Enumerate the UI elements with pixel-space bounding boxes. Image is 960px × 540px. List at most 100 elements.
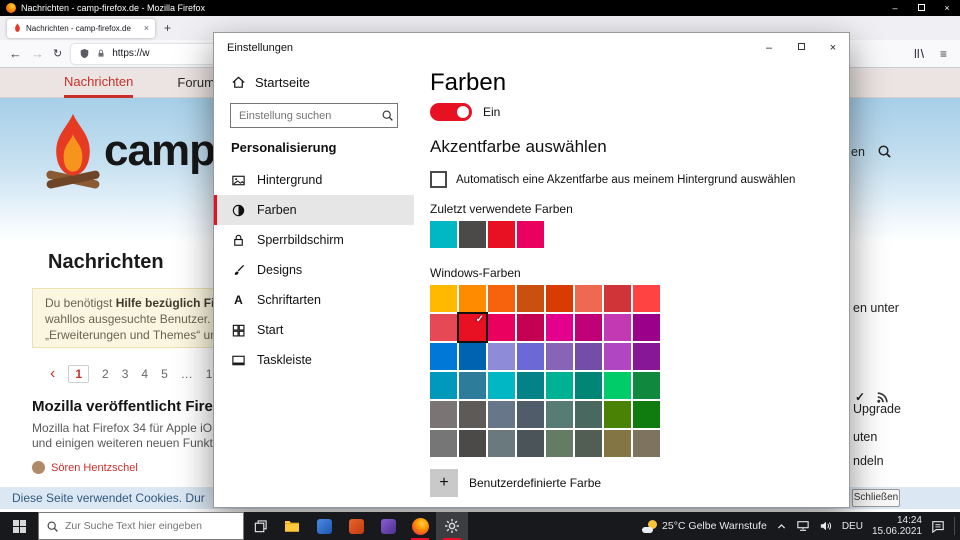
cookie-close-button[interactable]: Schließen: [852, 489, 900, 507]
search-icon[interactable]: [381, 109, 394, 122]
pagination-page[interactable]: 4: [141, 367, 148, 381]
file-explorer-button[interactable]: [276, 512, 308, 540]
settings-search-box[interactable]: [230, 103, 398, 128]
windows-color-swatch[interactable]: [517, 343, 544, 370]
windows-color-swatch[interactable]: [575, 314, 602, 341]
windows-color-swatch[interactable]: [488, 372, 515, 399]
sidebar-item-start[interactable]: Start: [214, 315, 414, 345]
windows-color-swatch[interactable]: [546, 314, 573, 341]
windows-color-swatch[interactable]: [604, 285, 631, 312]
site-nav-nachrichten[interactable]: Nachrichten: [64, 68, 133, 98]
windows-color-swatch[interactable]: [430, 430, 457, 457]
start-button[interactable]: [0, 512, 38, 540]
sidebar-item-taskleiste[interactable]: Taskleiste: [214, 345, 414, 375]
windows-color-swatch[interactable]: [488, 401, 515, 428]
sidebar-item-hintergrund[interactable]: Hintergrund: [214, 165, 414, 195]
windows-color-swatch[interactable]: [430, 314, 457, 341]
windows-color-swatch[interactable]: [633, 430, 660, 457]
menu-icon[interactable]: ≡: [940, 47, 947, 61]
browser-tab[interactable]: Nachrichten - camp-firefox.de ×: [7, 19, 155, 38]
sidebar-item-farben[interactable]: Farben: [214, 195, 414, 225]
windows-color-swatch[interactable]: [604, 401, 631, 428]
windows-color-swatch[interactable]: [517, 430, 544, 457]
author-link[interactable]: Sören Hentzschel: [51, 462, 138, 474]
recent-color-swatch[interactable]: [430, 221, 457, 248]
pagination-page[interactable]: 2: [102, 367, 109, 381]
windows-color-swatch[interactable]: [604, 430, 631, 457]
sidebar-item-schriftarten[interactable]: A Schriftarten: [214, 285, 414, 315]
firefox-close-button[interactable]: ×: [934, 0, 960, 16]
windows-color-swatch[interactable]: [546, 285, 573, 312]
windows-color-swatch[interactable]: [517, 372, 544, 399]
reload-button[interactable]: ↻: [53, 47, 62, 60]
search-icon[interactable]: [877, 144, 892, 159]
windows-color-swatch[interactable]: [430, 372, 457, 399]
network-ethernet-icon[interactable]: [796, 520, 810, 532]
windows-color-swatch[interactable]: [575, 430, 602, 457]
windows-color-swatch[interactable]: [633, 285, 660, 312]
firefox-taskbar-button[interactable]: [404, 512, 436, 540]
windows-color-swatch[interactable]: [604, 314, 631, 341]
windows-color-swatch[interactable]: [546, 343, 573, 370]
windows-color-swatch[interactable]: [488, 343, 515, 370]
windows-color-swatch[interactable]: [430, 343, 457, 370]
clock[interactable]: 14:24 15.06.2021: [872, 515, 922, 537]
lock-icon[interactable]: [96, 48, 106, 59]
windows-color-swatch[interactable]: [488, 285, 515, 312]
windows-color-swatch[interactable]: [546, 430, 573, 457]
windows-color-swatch[interactable]: [604, 343, 631, 370]
windows-color-swatch[interactable]: [633, 343, 660, 370]
campfire-logo[interactable]: [45, 112, 101, 194]
windows-color-swatch[interactable]: [604, 372, 631, 399]
settings-close-button[interactable]: ×: [817, 33, 849, 63]
windows-color-swatch[interactable]: [633, 372, 660, 399]
pagination-prev[interactable]: ‹: [50, 365, 55, 383]
sidebar-item-designs[interactable]: Designs: [214, 255, 414, 285]
custom-color-button[interactable]: +: [430, 469, 458, 497]
windows-color-swatch[interactable]: [546, 401, 573, 428]
pinned-app-purple-button[interactable]: [372, 512, 404, 540]
auto-accent-checkbox[interactable]: [430, 171, 447, 188]
settings-taskbar-button[interactable]: [436, 512, 468, 540]
keyboard-language[interactable]: DEU: [842, 521, 863, 532]
pinned-app-red-button[interactable]: [340, 512, 372, 540]
windows-color-swatch[interactable]: [517, 314, 544, 341]
pinned-app-blue-button[interactable]: [308, 512, 340, 540]
pagination-page-current[interactable]: 1: [68, 365, 89, 383]
library-icon[interactable]: [913, 47, 926, 60]
notice-line1-bold[interactable]: Hilfe bezüglich Fir: [116, 296, 219, 310]
settings-minimize-button[interactable]: –: [753, 33, 785, 63]
shield-icon[interactable]: [79, 48, 90, 59]
firefox-minimize-button[interactable]: –: [882, 0, 908, 16]
settings-search-input[interactable]: [231, 110, 381, 122]
task-view-button[interactable]: [244, 512, 276, 540]
windows-color-swatch[interactable]: [575, 372, 602, 399]
forward-button[interactable]: →: [31, 46, 44, 61]
windows-color-swatch[interactable]: [488, 430, 515, 457]
windows-color-swatch[interactable]: [459, 372, 486, 399]
colors-toggle[interactable]: [430, 103, 472, 121]
windows-color-swatch[interactable]: [430, 285, 457, 312]
windows-color-swatch[interactable]: [459, 343, 486, 370]
windows-color-swatch[interactable]: [459, 285, 486, 312]
pagination-page[interactable]: 5: [161, 367, 168, 381]
pagination-page[interactable]: 3: [122, 367, 129, 381]
windows-color-swatch[interactable]: [575, 401, 602, 428]
sidebar-item-sperrbildschirm[interactable]: Sperrbildschirm: [214, 225, 414, 255]
windows-color-swatch[interactable]: [633, 314, 660, 341]
hidden-icons-chevron[interactable]: [776, 521, 787, 532]
recent-color-swatch[interactable]: [459, 221, 486, 248]
recent-color-swatch[interactable]: [517, 221, 544, 248]
show-desktop-divider[interactable]: [954, 517, 955, 535]
weather-widget[interactable]: 25°C Gelbe Warnstufe: [642, 520, 767, 533]
windows-color-swatch[interactable]: [546, 372, 573, 399]
windows-color-swatch[interactable]: [430, 401, 457, 428]
tab-close-icon[interactable]: ×: [144, 23, 149, 33]
sidebar-item-home[interactable]: Startseite: [214, 69, 414, 95]
firefox-maximize-button[interactable]: [908, 0, 934, 16]
recent-color-swatch[interactable]: [488, 221, 515, 248]
action-center-icon[interactable]: [931, 520, 945, 533]
windows-color-swatch[interactable]: [488, 314, 515, 341]
windows-color-swatch-selected[interactable]: ✓: [459, 314, 486, 341]
windows-color-swatch[interactable]: [633, 401, 660, 428]
